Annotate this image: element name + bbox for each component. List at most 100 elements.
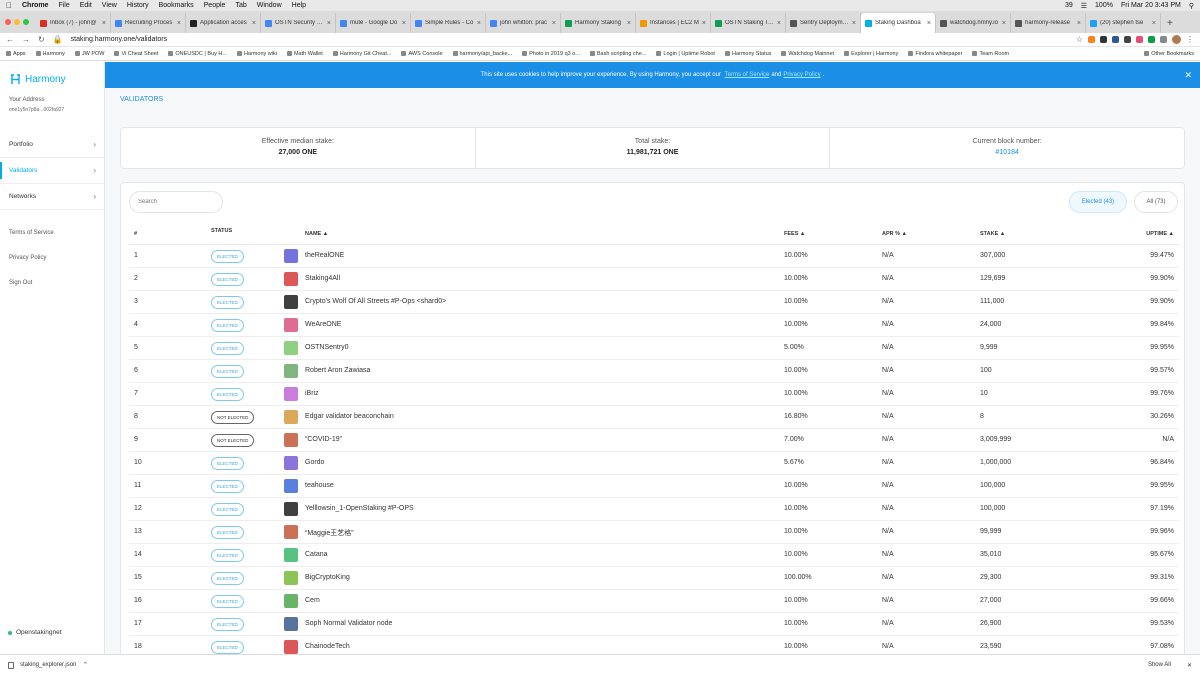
- table-row[interactable]: 18 ELECTED ChainodeTech 10.00% N/A 23,590 97.0…: [129, 636, 1179, 654]
- bookmark-item[interactable]: Harmony Status: [724, 51, 771, 57]
- sidebar-item-validators[interactable]: Validators ›: [0, 158, 104, 184]
- bookmark-item[interactable]: Harmony Git Cheat...: [332, 51, 391, 57]
- validator-name[interactable]: OSTNSentry0: [305, 344, 349, 351]
- close-tab-icon[interactable]: ×: [252, 20, 256, 27]
- browser-tab[interactable]: harmony-release ×: [1011, 13, 1086, 33]
- close-tab-icon[interactable]: ×: [627, 20, 631, 27]
- bookmark-item[interactable]: ONEUSDC | Buy H...: [168, 51, 227, 57]
- sidebar-link-privacy-policy[interactable]: Privacy Policy: [0, 245, 104, 270]
- table-row[interactable]: 7 ELECTED iBriz 10.00% N/A 10 99.76%: [129, 383, 1179, 406]
- table-row[interactable]: 17 ELECTED Soph Normal Validator node 10.00…: [129, 613, 1179, 636]
- table-row[interactable]: 2 ELECTED Staking4All 10.00% N/A 129,699 99.90…: [129, 268, 1179, 291]
- validator-name[interactable]: Edgar validator beaconchain: [305, 413, 394, 420]
- table-row[interactable]: 1 ELECTED theRealONE 10.00% N/A 307,000 99.47%: [129, 245, 1179, 268]
- browser-tab[interactable]: Sentry Deploymen ×: [786, 13, 861, 33]
- show-all-downloads[interactable]: Show All: [1148, 662, 1171, 668]
- browser-tab[interactable]: mute - Google Do ×: [336, 13, 411, 33]
- wifi-icon[interactable]: ☰: [1081, 2, 1087, 10]
- bookmark-item[interactable]: Explorer | Harmony: [844, 51, 898, 57]
- table-row[interactable]: 16 ELECTED Cem 10.00% N/A 27,000 99.66%: [129, 590, 1179, 613]
- validator-name[interactable]: Yelllowsin_1-OpenStaking #P-OPS: [305, 505, 414, 512]
- menu-bookmarks[interactable]: Bookmarks: [159, 2, 194, 9]
- table-row[interactable]: 11 ELECTED teahouse 10.00% N/A 100,000 99.95%: [129, 475, 1179, 498]
- menu-file[interactable]: File: [58, 2, 69, 9]
- close-tab-icon[interactable]: ×: [102, 20, 106, 27]
- browser-tab[interactable]: OSTN Staking Tes ×: [711, 13, 786, 33]
- reload-icon[interactable]: ↻: [38, 35, 45, 44]
- close-icon[interactable]: ✕: [1184, 70, 1192, 81]
- table-row[interactable]: 9 NOT ELECTED “COVID-19” 7.00% N/A 3,009,999 N…: [129, 429, 1179, 452]
- table-row[interactable]: 12 ELECTED Yelllowsin_1-OpenStaking #P-OPS…: [129, 498, 1179, 521]
- block-number-link[interactable]: #10184: [830, 149, 1184, 156]
- browser-tab[interactable]: (20) stephen tse ×: [1086, 13, 1161, 33]
- close-tab-icon[interactable]: ×: [402, 20, 406, 27]
- sidebar-link-sign-out[interactable]: Sign Out: [0, 270, 104, 295]
- validator-name[interactable]: theRealONE: [305, 252, 344, 259]
- menu-window[interactable]: Window: [257, 2, 282, 9]
- menu-tab[interactable]: Tab: [235, 2, 246, 9]
- bookmark-item[interactable]: Vi Cheat Sheet: [114, 51, 158, 57]
- browser-tab[interactable]: Simple Rules - Co ×: [411, 13, 486, 33]
- close-tab-icon[interactable]: ×: [552, 20, 556, 27]
- table-row[interactable]: 13 ELECTED “Maggie王艺格” 10.00% N/A 99,999 99.96…: [129, 521, 1179, 544]
- validator-name[interactable]: Gordo: [305, 459, 324, 466]
- clock[interactable]: Fri Mar 20 3:43 PM: [1121, 2, 1181, 9]
- more-menu-icon[interactable]: ⋮: [1186, 35, 1194, 44]
- header-stake[interactable]: STAKE ▲: [980, 231, 1005, 237]
- network-indicator[interactable]: Openstakingnet: [8, 629, 62, 636]
- header-fees[interactable]: FEES ▲: [784, 231, 805, 237]
- browser-tab[interactable]: Staking Dashboa ×: [861, 13, 936, 33]
- table-row[interactable]: 6 ELECTED Robert Aron Zawiasa 10.00% N/A 100 9…: [129, 360, 1179, 383]
- validator-name[interactable]: BigCryptoKing: [305, 574, 350, 581]
- validator-name[interactable]: “COVID-19”: [305, 436, 342, 443]
- header-uptime[interactable]: UPTIME ▲: [1146, 231, 1174, 237]
- bookmark-item[interactable]: AWS Console: [401, 51, 443, 57]
- filter-elected-button[interactable]: Elected (43): [1069, 191, 1127, 213]
- lock-icon[interactable]: 🔒: [53, 35, 63, 44]
- browser-tab[interactable]: OSTN Security Iss ×: [261, 13, 336, 33]
- validator-name[interactable]: Soph Normal Validator node: [305, 620, 392, 627]
- profile-avatar[interactable]: [1172, 35, 1181, 44]
- bookmark-item[interactable]: harmony/api_backe...: [452, 51, 512, 57]
- sidebar-link-terms-of-service[interactable]: Terms of Service: [0, 220, 104, 245]
- close-tab-icon[interactable]: ×: [852, 20, 856, 27]
- bookmark-item[interactable]: Bash scripting che...: [589, 51, 646, 57]
- other-bookmarks[interactable]: Other Bookmarks: [1144, 51, 1194, 57]
- header-apr[interactable]: APR % ▲: [882, 231, 907, 237]
- close-window-button[interactable]: [5, 19, 11, 25]
- address-value[interactable]: one1y5n7p8a...002fa927: [9, 107, 104, 113]
- menu-help[interactable]: Help: [292, 2, 306, 9]
- bookmark-item[interactable]: Harmony wiki: [236, 51, 277, 57]
- extension-icon[interactable]: [1088, 36, 1095, 43]
- menu-view[interactable]: View: [102, 2, 117, 9]
- chevron-up-icon[interactable]: ⌃: [82, 661, 88, 669]
- menu-history[interactable]: History: [127, 2, 149, 9]
- table-row[interactable]: 5 ELECTED OSTNSentry0 5.00% N/A 9,999 99.95%: [129, 337, 1179, 360]
- table-row[interactable]: 8 NOT ELECTED Edgar validator beaconchain 1…: [129, 406, 1179, 429]
- bookmark-item[interactable]: JW POW: [74, 51, 104, 57]
- validator-name[interactable]: iBriz: [305, 390, 319, 397]
- browser-tab[interactable]: watchdog.hmny.io ×: [936, 13, 1011, 33]
- table-row[interactable]: 14 ELECTED Catana 10.00% N/A 35,010 95.67%: [129, 544, 1179, 567]
- extension-icon[interactable]: [1136, 36, 1143, 43]
- browser-tab[interactable]: Inbox (7) - john@ ×: [36, 13, 111, 33]
- extension-icon[interactable]: [1100, 36, 1107, 43]
- back-icon[interactable]: ←: [6, 35, 14, 44]
- browser-tab[interactable]: Application acces ×: [186, 13, 261, 33]
- search-input[interactable]: [129, 191, 223, 213]
- close-tab-icon[interactable]: ×: [177, 20, 181, 27]
- bookmark-item[interactable]: Apps: [6, 51, 26, 57]
- apple-icon[interactable]: : [6, 1, 12, 10]
- extension-icon[interactable]: [1148, 36, 1155, 43]
- bookmark-star-icon[interactable]: ☆: [1076, 35, 1083, 44]
- header-name[interactable]: NAME ▲: [305, 231, 328, 237]
- minimize-window-button[interactable]: [14, 19, 20, 25]
- download-filename[interactable]: staking_explorer.json: [20, 662, 76, 668]
- url-field[interactable]: staking.harmony.one/validators: [71, 36, 167, 43]
- validator-name[interactable]: WeAreONE: [305, 321, 341, 328]
- browser-tab[interactable]: Recruiting Proces ×: [111, 13, 186, 33]
- bookmark-item[interactable]: Harmony: [35, 51, 65, 57]
- header-status[interactable]: STATUS: [211, 228, 232, 234]
- close-tab-icon[interactable]: ×: [777, 20, 781, 27]
- close-tab-icon[interactable]: ×: [1002, 20, 1006, 27]
